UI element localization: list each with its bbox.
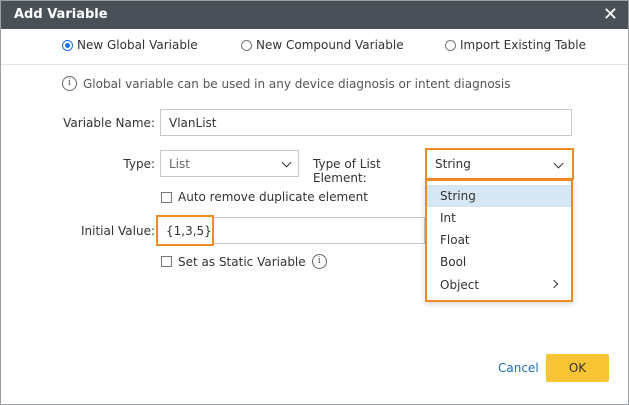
list-element-type-value: String [435, 157, 471, 171]
close-icon[interactable]: ✕ [603, 4, 618, 25]
dialog-title: Add Variable [14, 7, 108, 22]
radio-label-compound: New Compound Variable [256, 38, 404, 52]
chevron-down-icon [553, 158, 564, 169]
info-icon: i [62, 76, 77, 91]
info-text: Global variable can be used in any devic… [83, 76, 511, 91]
variable-kind-group: New Global Variable New Compound Variabl… [1, 38, 628, 56]
title-bar: Add Variable ✕ [1, 1, 628, 29]
variable-name-label: Variable Name: [63, 116, 155, 130]
dropdown-item-label: Object [440, 278, 480, 292]
radio-selected-icon [62, 39, 73, 51]
dropdown-item-label: Int [440, 211, 456, 225]
static-variable-label: Set as Static Variable [178, 254, 306, 269]
radio-label-global: New Global Variable [77, 38, 198, 52]
list-element-type-select[interactable]: String [425, 148, 574, 180]
dropdown-item-string[interactable]: String [427, 185, 571, 207]
radio-new-global-variable[interactable]: New Global Variable [62, 38, 198, 52]
ok-button-label: OK [568, 361, 587, 375]
variable-name-value: VlanList [169, 115, 217, 130]
list-element-type-label: Type of List Element: [313, 157, 381, 185]
static-variable-checkbox[interactable]: Set as Static Variable i [161, 254, 327, 269]
cancel-button[interactable]: Cancel [498, 361, 539, 375]
dropdown-item-label: Bool [440, 255, 467, 269]
list-element-type-dropdown: String Int Float Bool Object [425, 179, 573, 302]
ok-button[interactable]: OK [546, 354, 609, 382]
radio-import-existing-table[interactable]: Import Existing Table [445, 38, 586, 52]
add-variable-dialog: Add Variable ✕ New Global Variable New C… [0, 0, 629, 405]
checkbox-box [161, 256, 172, 267]
dropdown-item-label: String [440, 189, 476, 203]
info-icon[interactable]: i [311, 254, 327, 269]
auto-remove-duplicates-checkbox[interactable]: Auto remove duplicate element [161, 190, 368, 204]
radio-unselected-icon [241, 39, 252, 51]
type-select[interactable]: List [160, 150, 299, 177]
dropdown-item-object[interactable]: Object [427, 274, 571, 296]
type-label: Type: [123, 157, 155, 171]
dropdown-item-int[interactable]: Int [427, 207, 571, 229]
radio-label-import: Import Existing Table [460, 38, 587, 52]
initial-value-input[interactable]: {1,3,5} [156, 215, 214, 246]
divider [1, 64, 628, 65]
auto-remove-duplicates-label: Auto remove duplicate element [178, 190, 368, 204]
radio-unselected-icon [445, 39, 456, 51]
radio-new-compound-variable[interactable]: New Compound Variable [241, 38, 404, 52]
checkbox-box [161, 191, 172, 203]
variable-name-input[interactable]: VlanList [160, 109, 572, 136]
chevron-right-icon [549, 279, 559, 289]
info-message: i Global variable can be used in any dev… [62, 76, 511, 91]
dropdown-item-label: Float [440, 233, 470, 247]
type-select-value: List [169, 156, 190, 171]
dropdown-item-float[interactable]: Float [427, 229, 571, 251]
initial-value-text: {1,3,5} [166, 223, 212, 238]
dropdown-item-bool[interactable]: Bool [427, 251, 571, 273]
chevron-down-icon [281, 157, 292, 168]
initial-value-label: Initial Value: [80, 224, 155, 238]
initial-value-input-extension[interactable] [213, 217, 425, 244]
